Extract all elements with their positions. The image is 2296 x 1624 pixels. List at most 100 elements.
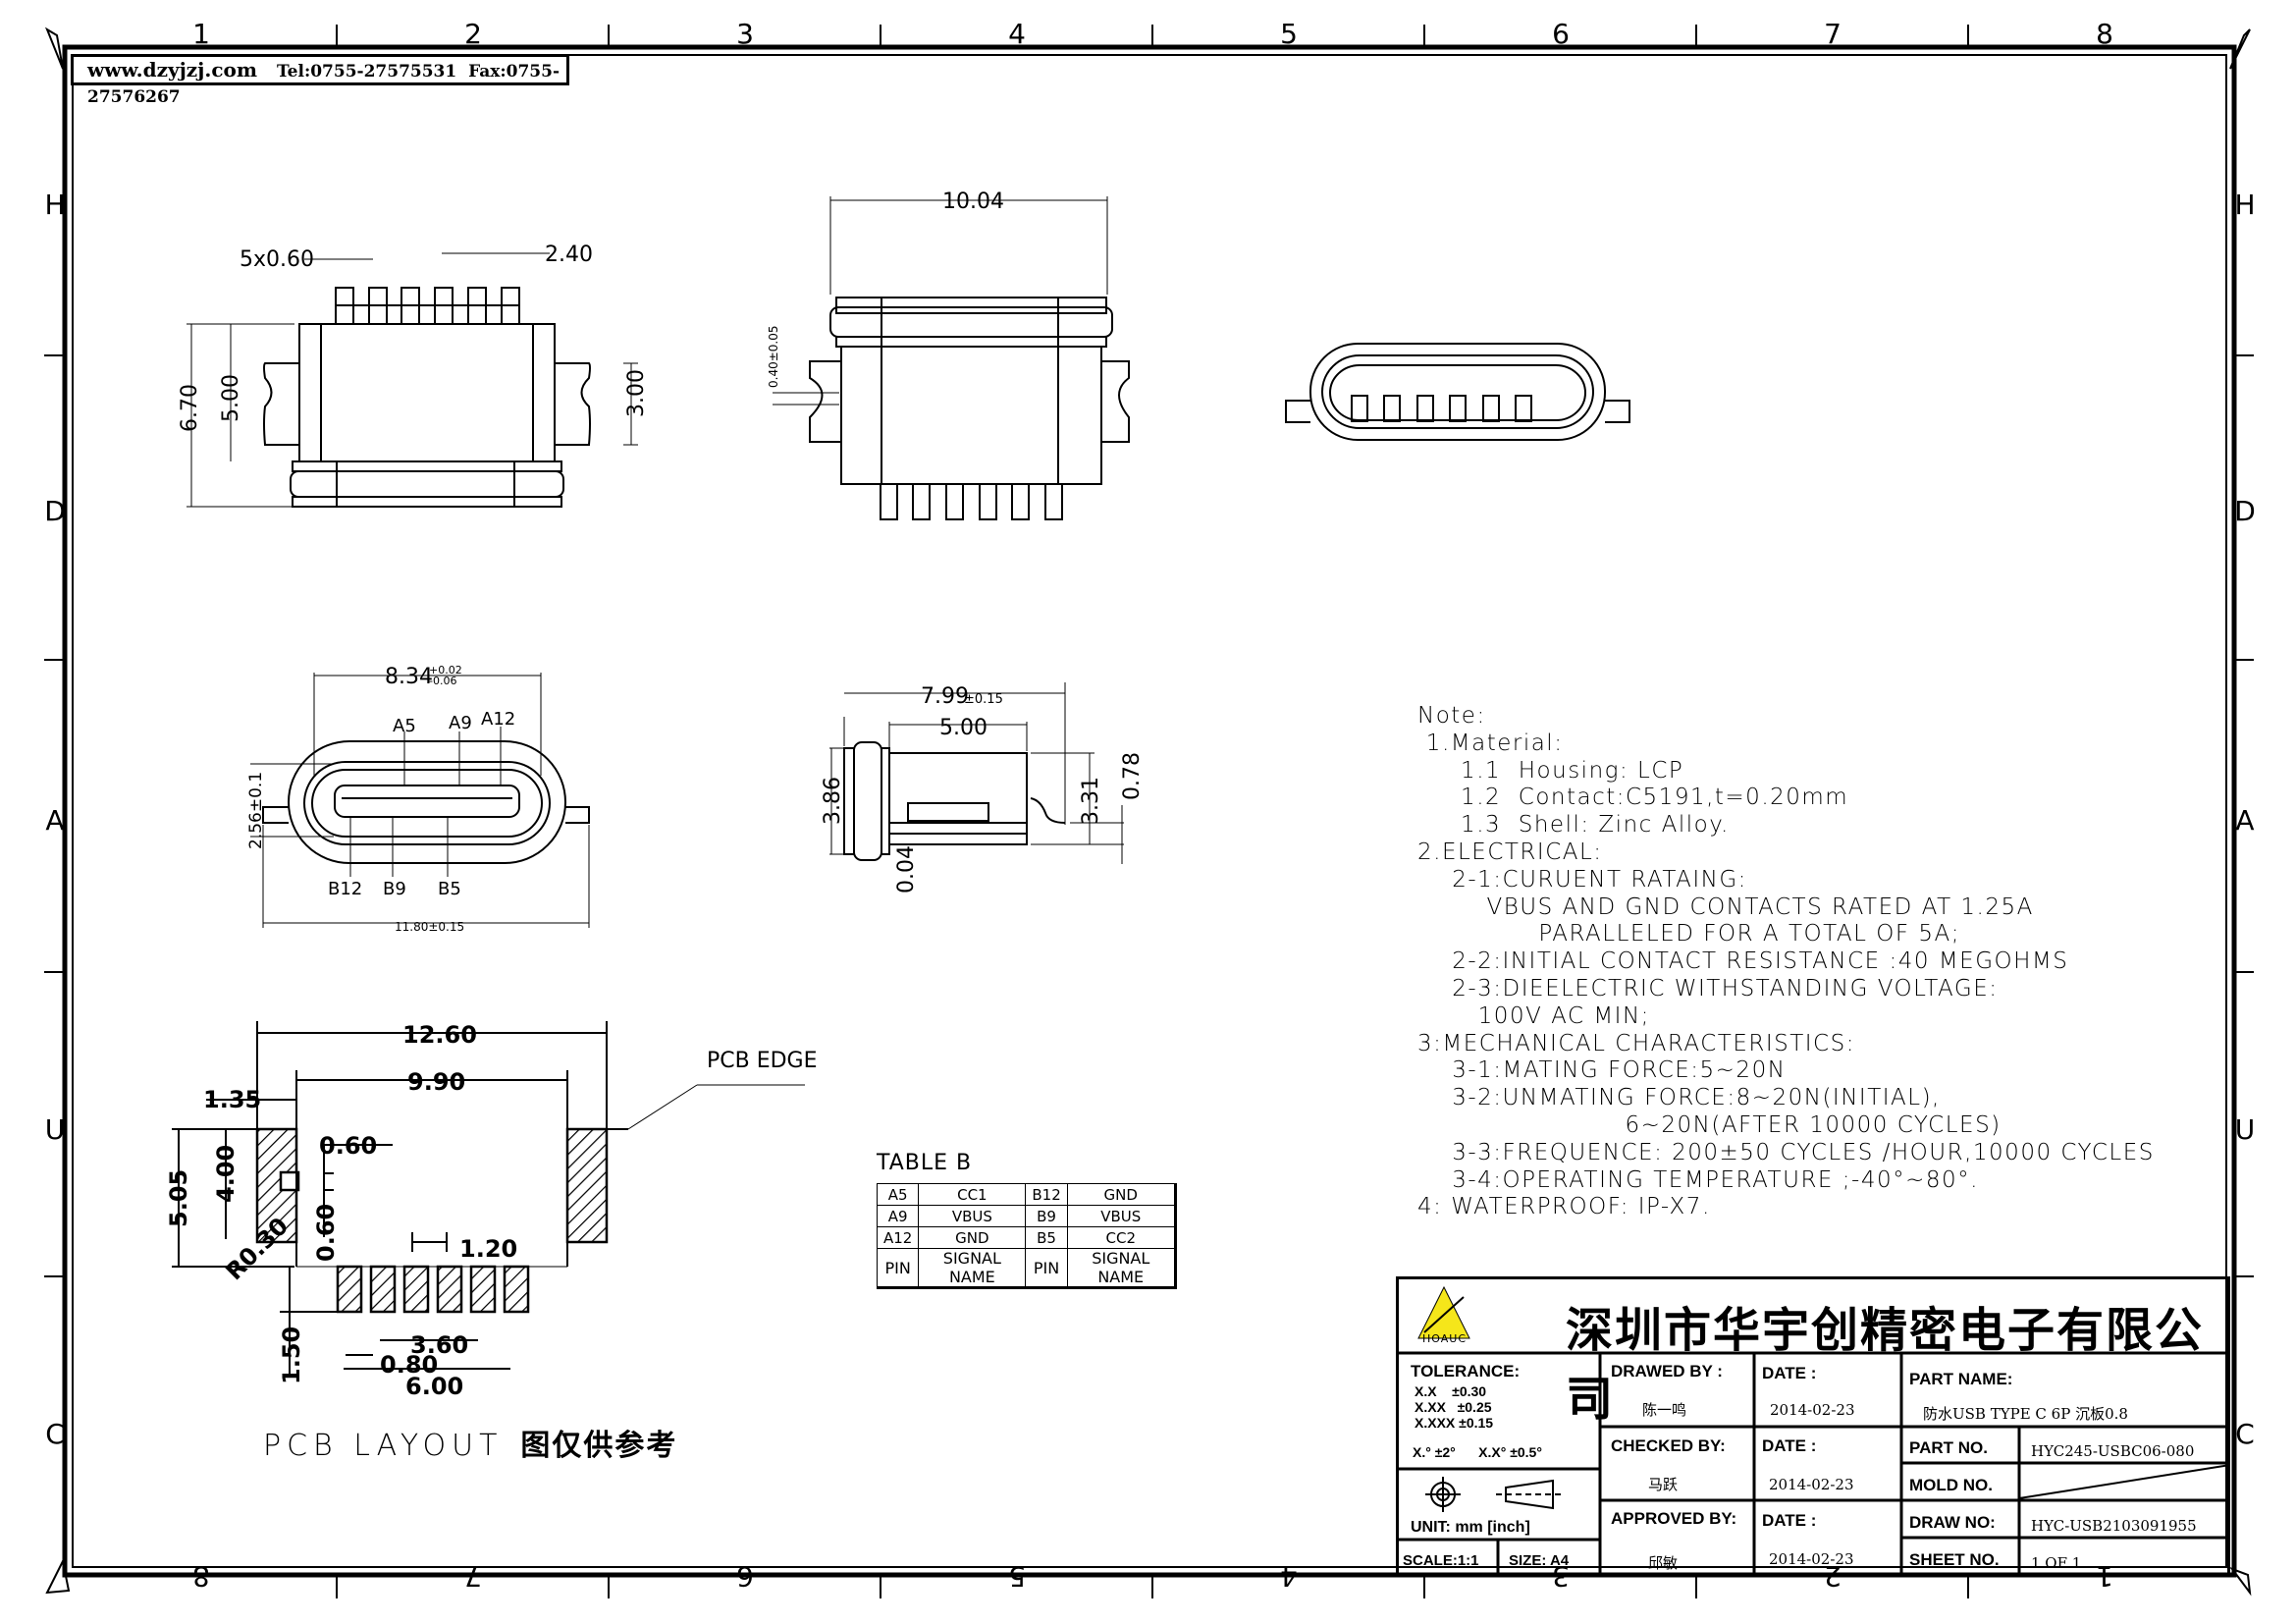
date-label: DATE :: [1762, 1436, 1817, 1455]
note-line: 1.Material:: [1417, 730, 1564, 756]
part-name-label: PART NAME:: [1909, 1370, 2013, 1388]
pin-cell: B12: [1025, 1183, 1068, 1206]
header-cell: SIGNAL NAME: [918, 1248, 1027, 1288]
dim-pcb-slot-h: 0.60: [319, 1132, 377, 1160]
dim-rear-width: 10.04: [942, 189, 1004, 214]
pin-label-b5: B5: [438, 879, 461, 899]
zone-row-label: D: [2234, 495, 2256, 527]
front-view-contacts: [1351, 395, 1532, 422]
projection-symbol-icon: [1425, 1477, 1563, 1512]
table-row: A12 GND B5 CC2: [876, 1226, 1176, 1249]
part-no-label: PART NO.: [1909, 1438, 1988, 1457]
zone-column-label: 7: [1824, 18, 1842, 50]
pcb-layout-caption: PCB LAYOUT 图仅供参考: [263, 1421, 677, 1464]
header-cell: PIN: [1025, 1248, 1068, 1288]
pin-label-a5: A5: [393, 716, 416, 736]
note-line: 2-3:DIEELECTRIC WITHSTANDING VOLTAGE:: [1417, 975, 1999, 1001]
part-name-value: 防水USB TYPE C 6P 沉板0.8: [1923, 1405, 2128, 1423]
dim-side-length: 7.99: [921, 684, 969, 709]
zone-row-label: H: [2234, 189, 2255, 221]
technical-notes: Note: 1.Material: 1.1 Housing: LCP 1.2 C…: [1417, 703, 2155, 1221]
dim-pcb-pad-height: 4.00: [212, 1145, 240, 1203]
note-line: 4: WATERPROOF: IP-X7.: [1417, 1194, 1711, 1220]
tolerance-label: TOLERANCE:: [1411, 1362, 1521, 1380]
dim-side-sink: 3.31: [1079, 777, 1103, 825]
website: www.dzyjzj.com: [87, 58, 258, 81]
signal-cell: VBUS: [1066, 1205, 1176, 1227]
dim-mating-height: 2.56±0.1: [246, 772, 266, 849]
zone-column-label: 1: [192, 18, 210, 50]
zone-row-label: H: [44, 189, 65, 221]
unit-label: UNIT: mm [inch]: [1411, 1519, 1530, 1536]
date-label: DATE :: [1762, 1511, 1817, 1530]
pin-label-b9: B9: [383, 879, 406, 899]
front-view: [1285, 343, 1630, 441]
size-label: SIZE: A4: [1509, 1552, 1570, 1569]
caption-en: PCB LAYOUT: [263, 1429, 504, 1463]
pin-cell: A9: [876, 1205, 920, 1227]
note-line: Note:: [1417, 703, 1486, 729]
zone-column-label: 5: [1280, 18, 1298, 50]
dim-body-height: 5.00: [219, 374, 243, 422]
note-line: 6~20N(AFTER 10000 CYCLES): [1417, 1111, 2002, 1138]
zone-column-label: 7: [464, 1560, 482, 1593]
pcb-edge-label: PCB EDGE: [707, 1049, 818, 1073]
corner-mark: [2229, 1566, 2252, 1597]
note-line: 3-3:FREQUENCE: 200±50 CYCLES /HOUR,10000…: [1417, 1139, 2155, 1165]
note-line: 2-2:INITIAL CONTACT RESISTANCE :40 MEGOH…: [1417, 948, 2069, 975]
dim-side-length-tol: ±0.15: [964, 692, 1003, 707]
zone-row-label: A: [45, 804, 64, 837]
zone-column-label: 6: [736, 1560, 754, 1593]
zone-column-label: 8: [2096, 18, 2113, 50]
dim-pcb-inner-width: 9.90: [407, 1068, 465, 1096]
zone-column-label: 2: [464, 18, 482, 50]
note-line: 3-2:UNMATING FORCE:8~20N(INITIAL),: [1417, 1085, 1941, 1111]
note-line: 1.3 Shell: Zinc Alloy.: [1417, 812, 1730, 839]
zone-row-label: A: [2235, 804, 2254, 837]
scale-label: SCALE:1:1: [1403, 1552, 1479, 1569]
dim-pcb-pad-length: 1.50: [278, 1326, 305, 1384]
zone-column-label: 5: [1008, 1560, 1026, 1593]
dim-slot: 0.40±0.05: [767, 326, 780, 389]
pin-cell: A5: [876, 1183, 920, 1206]
pin-cell: B5: [1025, 1226, 1068, 1249]
draw-no-label: DRAW NO:: [1909, 1513, 1996, 1532]
corner-mark: [44, 27, 64, 70]
dim-pcb-slot-v: 0.60: [312, 1204, 340, 1262]
dim-pin-width: 5x0.60: [240, 247, 314, 272]
table-b-title: TABLE B: [877, 1151, 973, 1175]
mating-face-view: [250, 673, 590, 928]
zone-column-label: 3: [736, 18, 754, 50]
signal-cell: GND: [918, 1226, 1027, 1249]
dim-mating-overall: 11.80±0.15: [395, 920, 464, 934]
note-line: 3-4:OPERATING TEMPERATURE ;-40°~80°.: [1417, 1166, 1979, 1193]
zone-row-label: D: [44, 495, 66, 527]
title-block: HOAUC 深圳市华宇创精密电子有限公司 TOLERANCE: X.X ±0.3…: [1396, 1276, 2230, 1577]
pcb-signal-pads: [336, 1265, 530, 1314]
tolerance-row: X.XXX ±0.15: [1415, 1415, 1494, 1431]
note-line: 100V AC MIN;: [1417, 1002, 1650, 1029]
pin-label-b12: B12: [328, 879, 362, 899]
table-header-row: PIN SIGNAL NAME PIN SIGNAL NAME: [876, 1248, 1176, 1288]
note-line: 2-1:CURUENT RATAING:: [1417, 866, 1747, 893]
note-line: 1.1 Housing: LCP: [1417, 757, 1684, 784]
rear-view: [773, 196, 1130, 520]
pcb-layout-view: [172, 1021, 805, 1375]
signal-cell: GND: [1066, 1183, 1176, 1206]
dim-pcb-total-height: 5.05: [165, 1169, 192, 1227]
angle-tolerance: X.° ±2° X.X° ±0.5°: [1413, 1444, 1542, 1460]
part-no-value: HYC245-USBC06-080: [2031, 1442, 2195, 1460]
note-line: VBUS AND GND CONTACTS RATED AT 1.25A: [1417, 893, 2034, 920]
dim-side-height: 3.86: [821, 777, 845, 825]
mold-no-label: MOLD NO.: [1909, 1476, 1993, 1494]
note-line: 3:MECHANICAL CHARACTERISTICS:: [1417, 1030, 1855, 1056]
zone-column-label: 8: [192, 1560, 210, 1593]
side-view: [829, 682, 1124, 864]
signal-cell: VBUS: [918, 1205, 1027, 1227]
dim-pcb-edge-offset: 1.35: [203, 1086, 261, 1113]
drawed-by-value: 陈一鸣: [1642, 1401, 1687, 1419]
dim-pcb-overall-width: 12.60: [402, 1021, 477, 1049]
dim-side-body: 5.00: [939, 716, 988, 740]
pin-signal-table: A5 CC1 B12 GND A9 VBUS B9 VBUS A12 GND B5 CC2 PIN…: [876, 1183, 1177, 1289]
dim-pcb-pitch: 1.20: [459, 1235, 517, 1263]
